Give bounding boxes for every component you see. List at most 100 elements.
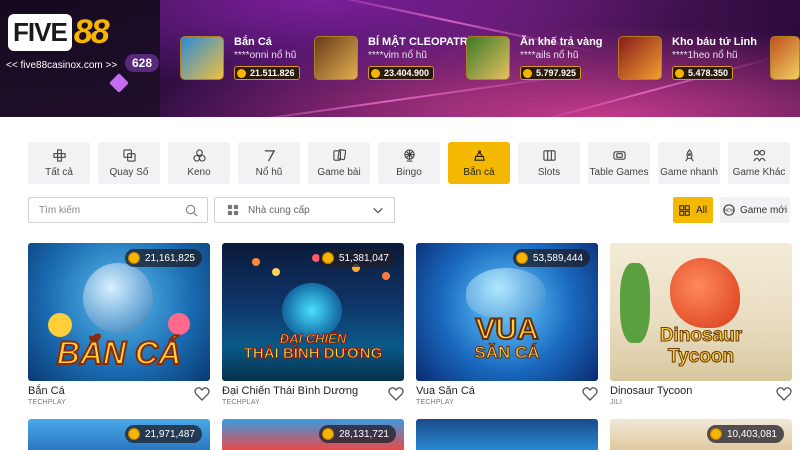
tab-card-games[interactable]: Game bài — [308, 142, 370, 184]
logo-88: 88 — [73, 13, 110, 51]
site-url: << five88casinox.com >> — [6, 60, 118, 71]
keno-balls-icon — [192, 148, 206, 162]
game-thumbnail[interactable]: 28,131,721 — [222, 419, 404, 450]
search-input[interactable] — [39, 204, 179, 216]
tab-slots[interactable]: Slots — [518, 142, 580, 184]
game-art-title: ĐẠI CHIẾN — [279, 331, 347, 347]
game-title[interactable]: Đại Chiến Thái Bình Dương — [222, 385, 358, 397]
jackpot-item[interactable]: Ăn khế trả vàng ****ails nổ hũ 5.797.925 — [466, 36, 603, 80]
game-art-subtitle: Tycoon — [667, 346, 735, 368]
tab-label: Table Games — [589, 166, 649, 178]
coin-icon — [709, 428, 722, 440]
game-title[interactable]: Dinosaur Tycoon — [610, 385, 692, 397]
jackpot-value: 21,161,825 — [144, 252, 195, 264]
coin-icon — [371, 68, 380, 78]
provider-placeholder: Nhà cung cấp — [248, 204, 310, 216]
jackpot-game-name: BÍ MẬT CLEOPATRA — [368, 36, 476, 48]
tab-lottery[interactable]: Quay Số — [98, 142, 160, 184]
coin-icon — [675, 68, 684, 78]
game-art-title: BẮN CÁ — [56, 334, 182, 372]
game-art-subtitle: THÁI BÌNH DƯƠNG — [243, 345, 383, 363]
jackpot-thumbnail — [314, 36, 358, 80]
game-thumbnail[interactable] — [416, 419, 598, 450]
provider-select[interactable]: Nhà cung cấp — [214, 197, 395, 223]
game-art-title: Dinosaur — [659, 325, 743, 347]
game-title[interactable]: Bắn Cá — [28, 385, 65, 397]
jackpot-amount: 23.404.900 — [368, 66, 435, 80]
coin-icon — [515, 252, 528, 264]
game-title[interactable]: Vua Săn Cá — [416, 385, 475, 397]
game-thumbnail[interactable]: ĐẠI CHIẾN THÁI BÌNH DƯƠNG 51,381,047 — [222, 243, 404, 381]
heart-icon[interactable] — [582, 386, 598, 401]
jackpot-thumbnail — [466, 36, 510, 80]
tab-label: Game bài — [317, 166, 361, 178]
game-thumbnail[interactable]: 10,403,081 — [610, 419, 792, 450]
game-thumbnail[interactable]: 21,971,487 — [28, 419, 210, 450]
tab-fish-shooting[interactable]: Bắn cá — [448, 142, 510, 184]
game-provider: TECHPLAY — [28, 399, 67, 406]
tab-jackpot[interactable]: Nổ hũ — [238, 142, 300, 184]
promo-banner: FIVE 88 << five88casinox.com >> 628 Bắn … — [0, 0, 800, 117]
jackpot-winner: ****onni nổ hũ — [234, 50, 297, 61]
cards-icon — [332, 148, 346, 161]
heart-icon[interactable] — [194, 386, 210, 401]
whale-art — [466, 268, 546, 318]
heart-icon[interactable] — [776, 386, 792, 401]
search-box — [28, 197, 208, 223]
game-thumbnail[interactable]: Dinosaur Tycoon — [610, 243, 792, 381]
game-provider: JILI — [610, 399, 623, 406]
jackpot-item[interactable] — [770, 36, 800, 80]
game-art-subtitle: SĂN CÁ — [474, 343, 540, 363]
jackpot-game-name: Ăn khế trả vàng — [520, 36, 603, 48]
new-badge-icon: NEW — [723, 204, 735, 216]
tab-keno[interactable]: Keno — [168, 142, 230, 184]
jackpot-item[interactable]: Kho báu tứ Linh ****1heo nổ hũ 5.478.350 — [618, 36, 757, 80]
fish-shooter-icon — [473, 149, 485, 161]
jackpot-winner: ****vim nổ hũ — [368, 50, 427, 61]
filter-all-label: All — [695, 204, 708, 216]
jackpot-item[interactable]: Bắn Cá ****onni nổ hũ 21.511.826 — [180, 36, 300, 80]
tab-table-games[interactable]: Table Games — [588, 142, 650, 184]
heart-icon[interactable] — [388, 386, 404, 401]
grid-icon — [227, 204, 239, 216]
jackpot-badge: 51,381,047 — [318, 249, 396, 267]
jackpot-game-name: Bắn Cá — [234, 36, 272, 48]
jackpot-badge: 10,403,081 — [706, 425, 784, 443]
all-games-icon — [52, 148, 66, 162]
jackpot-winner: ****1heo nổ hũ — [672, 50, 738, 61]
table-icon — [612, 150, 626, 160]
game-thumbnail[interactable]: BẮN CÁ 21,161,825 — [28, 243, 210, 381]
tab-bingo[interactable]: Bingo — [378, 142, 440, 184]
filter-new-button[interactable]: NEW Game mới — [720, 197, 790, 223]
svg-text:NEW: NEW — [724, 208, 735, 213]
tab-quick-games[interactable]: Game nhanh — [658, 142, 720, 184]
jackpot-amount-value: 5.797.925 — [536, 68, 577, 78]
jackpot-thumbnail — [180, 36, 224, 80]
jackpot-value: 28,131,721 — [338, 428, 389, 440]
tab-all[interactable]: Tất cả — [28, 142, 90, 184]
jackpot-badge: 21,971,487 — [124, 425, 202, 443]
more-games-icon — [752, 149, 766, 161]
jackpot-amount-value: 5.478.350 — [688, 68, 729, 78]
jackpot-value: 53,589,444 — [532, 252, 583, 264]
counter-badge: 628 — [125, 54, 159, 72]
filter-all-button[interactable]: All — [673, 197, 713, 223]
game-thumbnail[interactable]: VUA SĂN CÁ 53,589,444 — [416, 243, 598, 381]
filter-new-label: Game mới — [739, 204, 788, 216]
jackpot-value: 21,971,487 — [144, 428, 195, 440]
tab-label: Bingo — [396, 166, 422, 178]
jackpot-amount: 5.797.925 — [520, 66, 582, 80]
chevron-down-icon — [373, 207, 383, 214]
jackpot-thumbnail — [770, 36, 800, 80]
firework-art — [252, 258, 260, 266]
grid-icon — [679, 204, 690, 216]
site-logo[interactable]: FIVE 88 — [8, 10, 120, 55]
tab-label: Slots — [537, 166, 561, 178]
tab-other-games[interactable]: Game Khác — [728, 142, 790, 184]
shark-art — [83, 263, 153, 333]
search-icon[interactable] — [185, 204, 198, 217]
jackpot-badge: 53,589,444 — [512, 249, 590, 267]
jackpot-item[interactable]: BÍ MẬT CLEOPATRA ****vim nổ hũ 23.404.90… — [314, 36, 476, 80]
dinosaur-art — [670, 258, 740, 328]
jackpot-thumbnail — [618, 36, 662, 80]
